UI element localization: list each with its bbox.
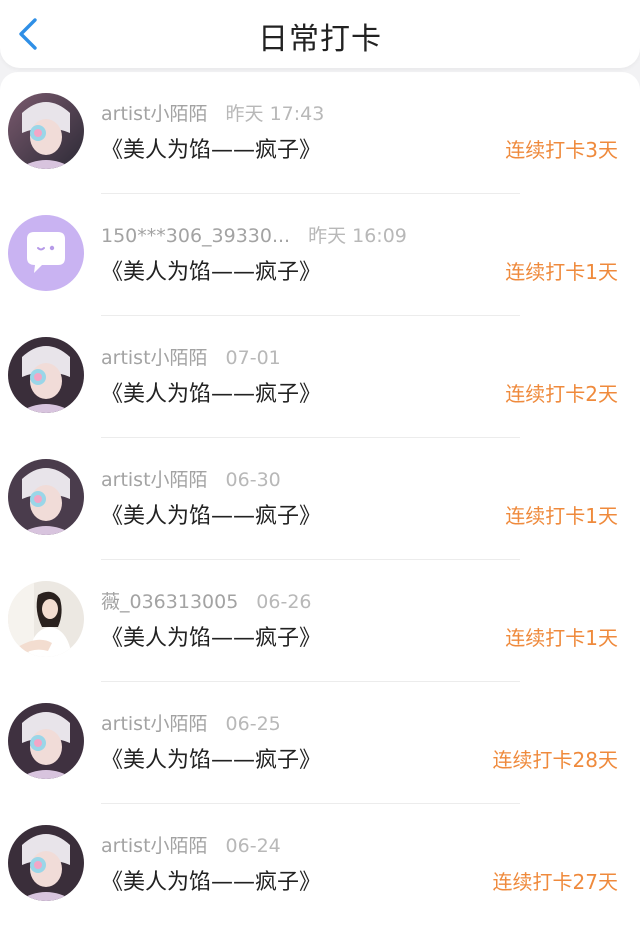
timestamp: 06-30 [225,469,281,491]
artist-avatar[interactable] [8,459,84,535]
timestamp: 06-25 [225,713,281,735]
book-title[interactable]: 《美人为馅——疯子》 [101,742,321,774]
artist-avatar[interactable] [8,93,84,169]
record-meta: 150***306_39330... 昨天 16:09 [101,221,407,248]
streak-label: 连续打卡28天 [492,748,618,772]
book-title[interactable]: 《美人为馅——疯子》 [101,376,321,408]
streak-label: 连续打卡1天 [505,626,618,650]
timestamp: 昨天 17:43 [225,103,325,125]
timestamp: 06-26 [256,591,312,613]
username[interactable]: 薇_036313005 [101,591,238,613]
streak-label: 连续打卡27天 [492,870,618,894]
checkin-row[interactable]: artist小陌陌 06-30 《美人为馅——疯子》 连续打卡1天 [0,438,640,560]
girl-avatar[interactable] [8,581,84,657]
username[interactable]: artist小陌陌 [101,103,208,125]
artist-avatar[interactable] [8,703,84,779]
record-meta: artist小陌陌 06-24 [101,831,281,858]
record-meta: artist小陌陌 07-01 [101,343,281,370]
streak-label: 连续打卡2天 [505,382,618,406]
record-meta: artist小陌陌 昨天 17:43 [101,99,324,126]
username[interactable]: artist小陌陌 [101,347,208,369]
streak-label: 连续打卡3天 [505,138,618,162]
artist-avatar[interactable] [8,337,84,413]
timestamp: 07-01 [225,347,281,369]
checkin-row[interactable]: artist小陌陌 07-01 《美人为馅——疯子》 连续打卡2天 [0,316,640,438]
checkin-row[interactable]: artist小陌陌 昨天 17:43 《美人为馅——疯子》 连续打卡3天 [0,72,640,194]
checkin-row[interactable]: 薇_036313005 06-26 《美人为馅——疯子》 连续打卡1天 [0,560,640,682]
streak-label: 连续打卡1天 [505,260,618,284]
book-title[interactable]: 《美人为馅——疯子》 [101,864,321,896]
checkin-row[interactable]: 150***306_39330... 昨天 16:09 《美人为馅——疯子》 连续… [0,194,640,316]
record-meta: 薇_036313005 06-26 [101,587,312,614]
book-title[interactable]: 《美人为馅——疯子》 [101,132,321,164]
artist-avatar[interactable] [8,825,84,901]
record-meta: artist小陌陌 06-25 [101,709,281,736]
book-title[interactable]: 《美人为馅——疯子》 [101,620,321,652]
record-meta: artist小陌陌 06-30 [101,465,281,492]
checkin-row[interactable]: artist小陌陌 06-25 《美人为馅——疯子》 连续打卡28天 [0,682,640,804]
username[interactable]: 150***306_39330... [101,225,290,247]
default-chat-avatar[interactable] [8,215,84,291]
page-title: 日常打卡 [258,22,382,57]
username[interactable]: artist小陌陌 [101,713,208,735]
timestamp: 06-24 [225,835,281,857]
checkin-list: artist小陌陌 昨天 17:43 《美人为馅——疯子》 连续打卡3天 150*… [0,72,640,912]
top-bar: 日常打卡 [0,0,640,68]
book-title[interactable]: 《美人为馅——疯子》 [101,498,321,530]
timestamp: 昨天 16:09 [308,225,407,247]
username[interactable]: artist小陌陌 [101,469,208,491]
book-title[interactable]: 《美人为馅——疯子》 [101,254,321,286]
streak-label: 连续打卡1天 [505,504,618,528]
username[interactable]: artist小陌陌 [101,835,208,857]
